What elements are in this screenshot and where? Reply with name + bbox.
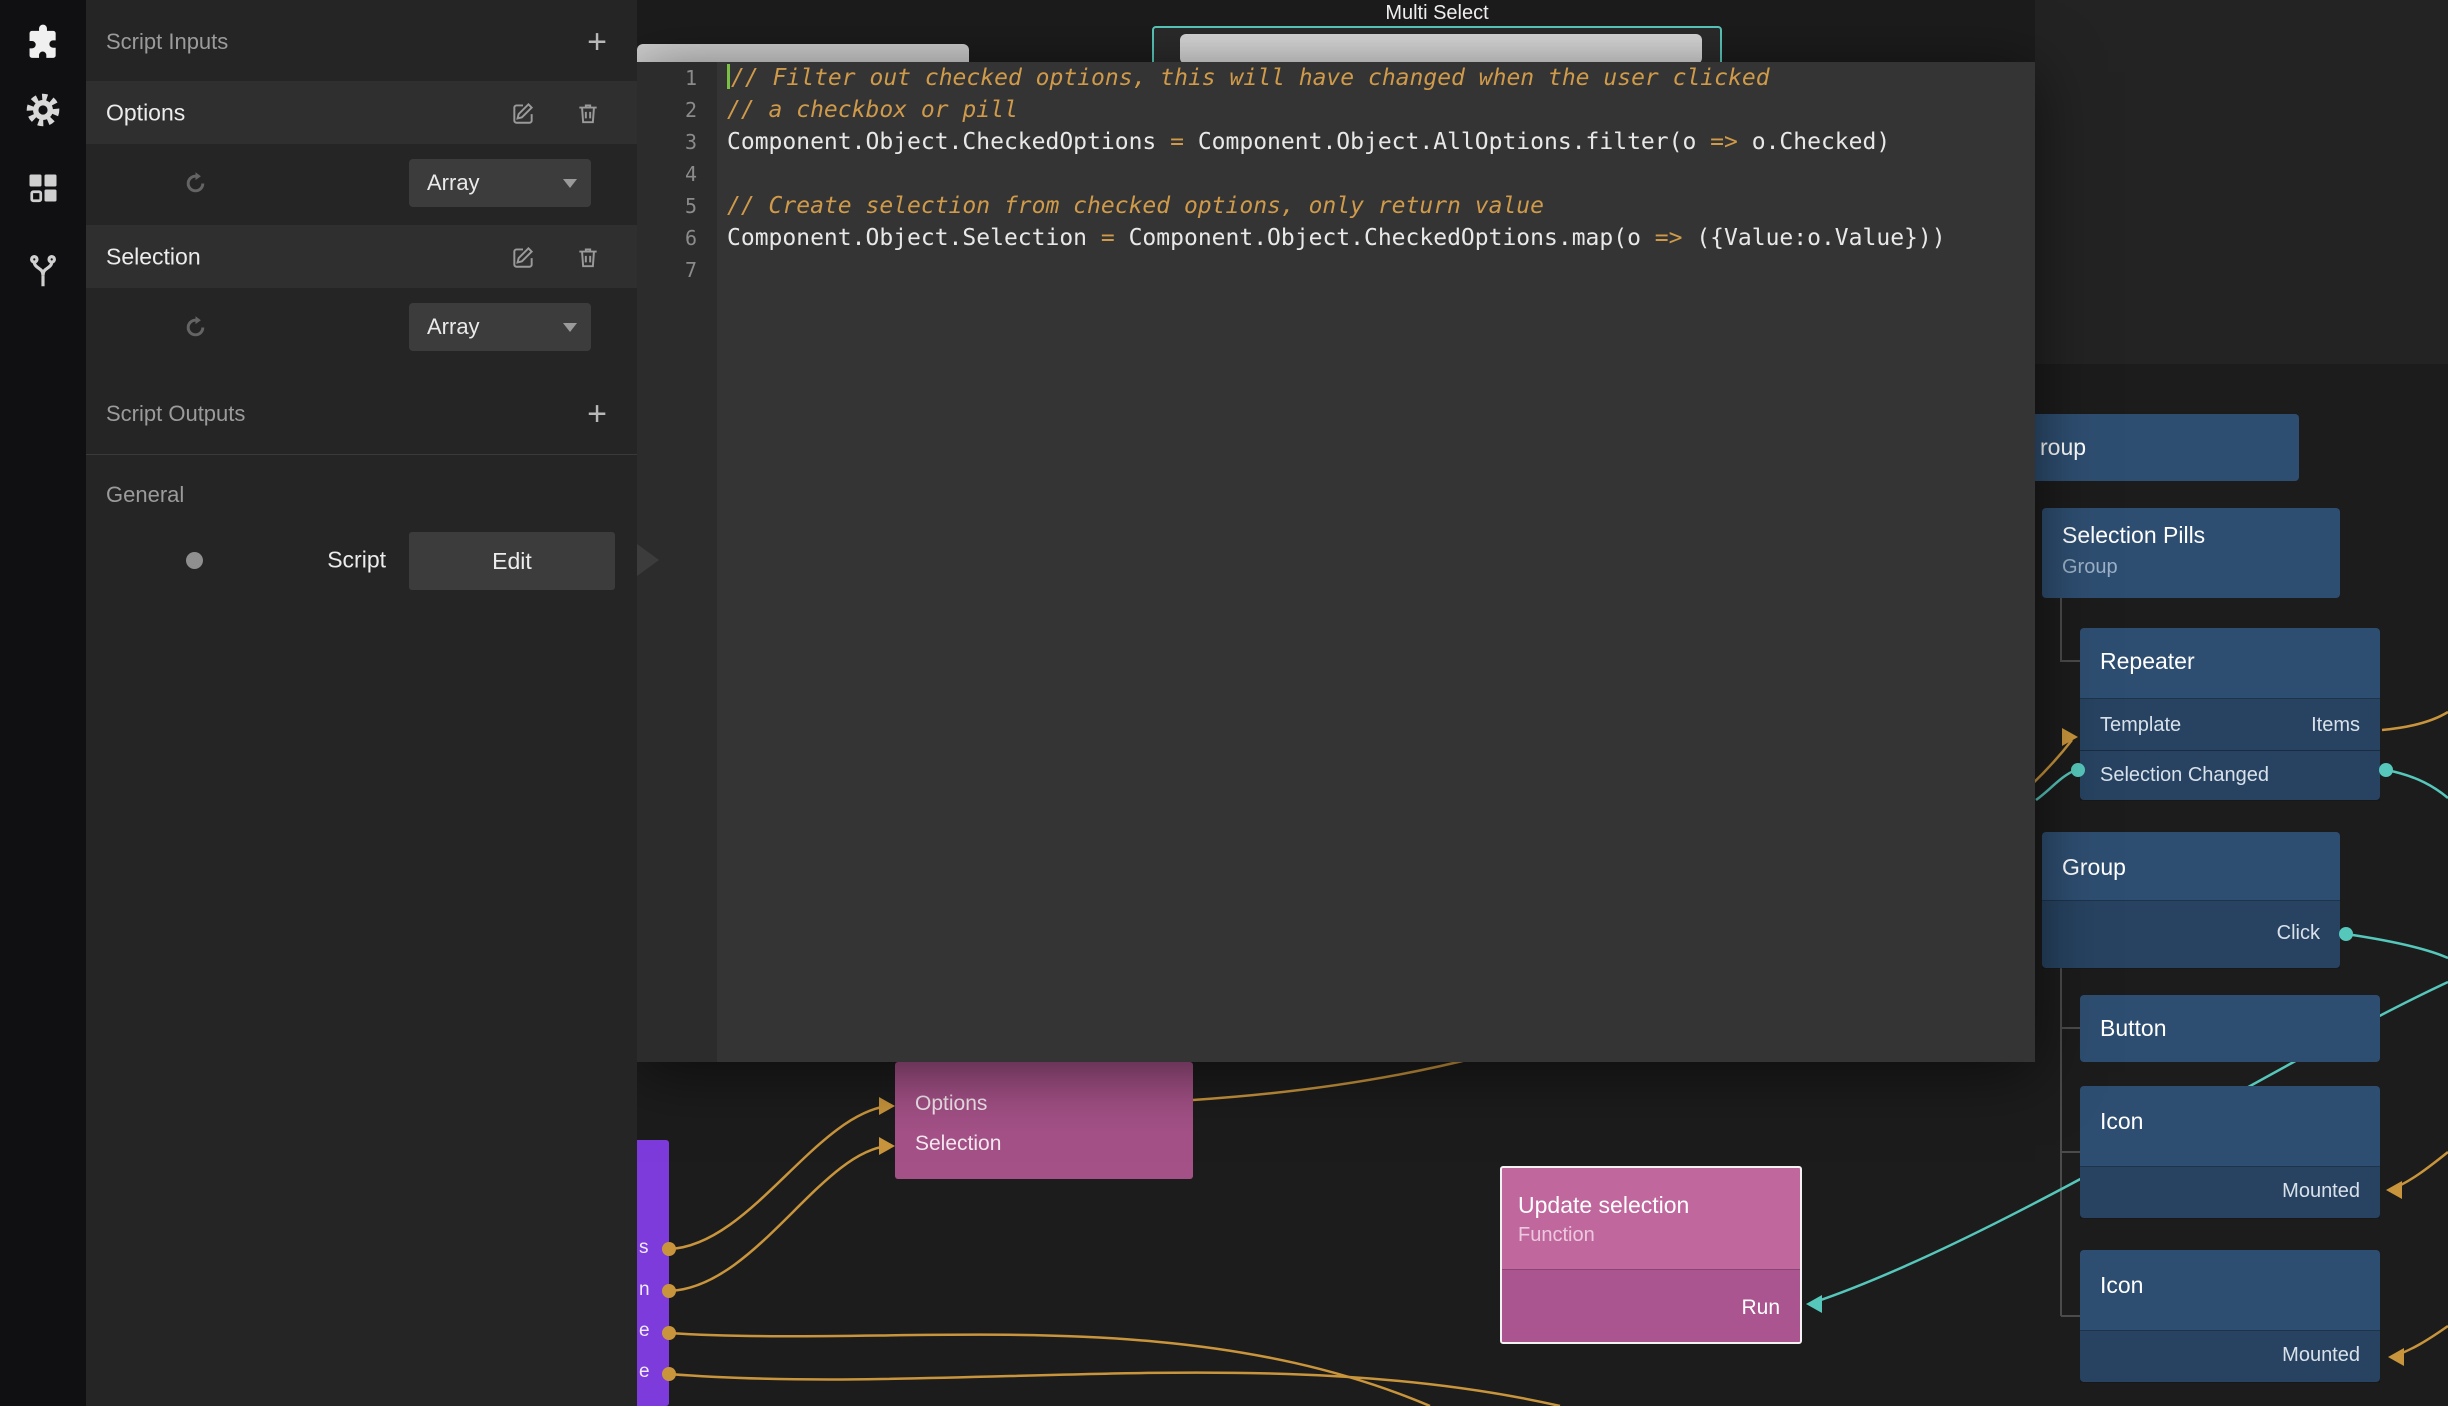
edit-script-button[interactable]: Edit xyxy=(409,532,615,590)
port-selection[interactable]: Selection xyxy=(915,1132,1001,1156)
node-subtitle: Group xyxy=(2062,556,2118,579)
inspector-panel: Script Inputs + Options Type xyxy=(86,0,637,1406)
add-output-button[interactable]: + xyxy=(587,397,607,431)
clipped-port-label: s xyxy=(639,1237,649,1259)
button-node[interactable]: Button xyxy=(2080,995,2380,1062)
script-inputs-header: Script Inputs + xyxy=(86,10,637,74)
section-title: Script Inputs xyxy=(106,29,228,55)
reset-icon[interactable] xyxy=(182,170,208,196)
dropdown-value: Array xyxy=(427,170,480,196)
code-lines[interactable]: 1// Filter out checked options, this wil… xyxy=(637,62,2035,286)
node-title: Selection Pills xyxy=(2062,522,2205,549)
node-title: Repeater xyxy=(2100,648,2195,675)
param-row-options[interactable]: Options xyxy=(86,81,637,144)
dropdown-value: Array xyxy=(427,314,480,340)
line-number: 5 xyxy=(637,190,717,222)
port-options[interactable]: Options xyxy=(915,1092,987,1116)
components-icon[interactable] xyxy=(23,168,63,208)
app-window: Multi Select roup Selection Pills Group … xyxy=(0,0,2448,1406)
code-line[interactable]: 6Component.Object.Selection = Component.… xyxy=(637,222,2035,254)
node-title: roup xyxy=(2040,434,2086,461)
text-cursor xyxy=(727,64,730,89)
port-mounted[interactable]: Mounted xyxy=(2282,1344,2360,1367)
node-title: Group xyxy=(2062,854,2126,881)
param-name: Options xyxy=(106,99,185,126)
type-row-selection: Type Array xyxy=(86,295,637,359)
line-number: 3 xyxy=(637,126,717,158)
group-node[interactable]: Group Click xyxy=(2042,832,2340,968)
port-click[interactable]: Click xyxy=(2277,922,2320,945)
selection-pills-node[interactable]: Selection Pills Group xyxy=(2042,508,2340,598)
line-number: 2 xyxy=(637,94,717,126)
code-line[interactable]: 5// Create selection from checked option… xyxy=(637,190,2035,222)
line-number: 6 xyxy=(637,222,717,254)
code-line[interactable]: 4 xyxy=(637,158,2035,190)
repeater-node[interactable]: Repeater Template Items Selection Change… xyxy=(2080,628,2380,800)
multi-select-node-label: Multi Select xyxy=(1152,2,1722,25)
node-title: Button xyxy=(2100,1015,2167,1042)
line-number: 4 xyxy=(637,158,717,190)
activity-bar xyxy=(0,0,86,1406)
port-run[interactable]: Run xyxy=(1741,1296,1780,1320)
multi-select-node-body[interactable] xyxy=(1180,34,1702,64)
port-mounted[interactable]: Mounted xyxy=(2282,1180,2360,1203)
node-tree-icon[interactable] xyxy=(23,252,63,292)
port-items[interactable]: Items xyxy=(2311,714,2360,737)
gear-icon[interactable] xyxy=(23,90,63,130)
script-outputs-header: Script Outputs + xyxy=(86,382,637,446)
chevron-down-icon xyxy=(563,179,577,188)
type-dropdown[interactable]: Array xyxy=(409,159,591,207)
chevron-down-icon xyxy=(563,323,577,332)
param-row-selection[interactable]: Selection xyxy=(86,225,637,288)
section-title: General xyxy=(106,482,184,508)
general-header: General xyxy=(86,463,637,527)
code-line[interactable]: 1// Filter out checked options, this wil… xyxy=(637,62,2035,94)
code-line[interactable]: 7 xyxy=(637,254,2035,286)
edit-icon[interactable] xyxy=(510,100,536,126)
port-selection-changed[interactable]: Selection Changed xyxy=(2100,764,2269,787)
line-number: 7 xyxy=(637,254,717,286)
type-dropdown[interactable]: Array xyxy=(409,303,591,351)
reset-icon[interactable] xyxy=(182,314,208,340)
icon-node-2[interactable]: Icon Mounted xyxy=(2080,1250,2380,1382)
node-title: Icon xyxy=(2100,1272,2143,1299)
node-title: Update selection xyxy=(1518,1192,1689,1219)
node-title: Icon xyxy=(2100,1108,2143,1135)
puzzle-icon[interactable] xyxy=(23,22,63,62)
code-line[interactable]: 2// a checkbox or pill xyxy=(637,94,2035,126)
update-selection-node[interactable]: Update selection Function Run xyxy=(1500,1166,1802,1344)
editor-notch xyxy=(637,544,659,576)
edit-icon[interactable] xyxy=(510,244,536,270)
options-selection-node[interactable]: Options Selection xyxy=(895,1062,1193,1179)
code-line[interactable]: 3Component.Object.CheckedOptions = Compo… xyxy=(637,126,2035,158)
icon-node-1[interactable]: Icon Mounted xyxy=(2080,1086,2380,1218)
clipped-port-label: e xyxy=(639,1361,650,1383)
code-editor[interactable]: 1// Filter out checked options, this wil… xyxy=(637,62,2035,1062)
port-template[interactable]: Template xyxy=(2100,714,2181,737)
script-label: Script xyxy=(327,547,386,574)
add-input-button[interactable]: + xyxy=(587,25,607,59)
script-status-dot xyxy=(186,552,203,569)
section-title: Script Outputs xyxy=(106,401,245,427)
trash-icon[interactable] xyxy=(575,244,601,270)
clipped-port-label: n xyxy=(639,1279,650,1301)
node-subtitle: Function xyxy=(1518,1224,1595,1247)
divider xyxy=(86,454,637,455)
line-number: 1 xyxy=(637,62,717,94)
trash-icon[interactable] xyxy=(575,100,601,126)
type-row-options: Type Array xyxy=(86,151,637,215)
clipped-port-label: e xyxy=(639,1320,650,1342)
param-name: Selection xyxy=(106,243,201,270)
